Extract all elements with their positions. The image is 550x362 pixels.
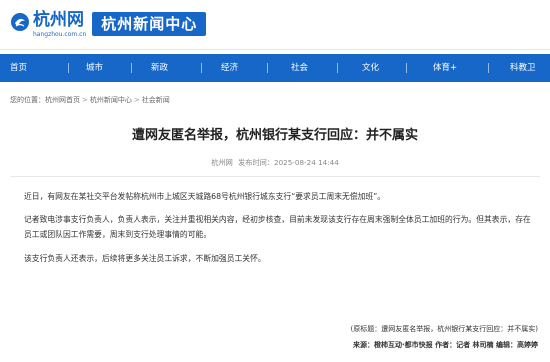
nav-item-science-education-health[interactable]: 科教卫 [510, 54, 536, 82]
article-paragraph: 记者致电涉事支行负责人，负责人表示，关注并重视相关内容，经初步核查，目前未发现该… [24, 215, 531, 239]
published-time: 2025-08-24 14:44 [274, 158, 339, 167]
breadcrumb-link-society-news[interactable]: 社会新闻 [142, 96, 170, 104]
breadcrumb: 您的位置：杭州网首页 > 杭州新闻中心 > 社会新闻 [10, 95, 170, 105]
nav-item-policy[interactable]: 新政 [151, 54, 168, 82]
published-label: 发布时间： [238, 158, 275, 167]
nav-separator [68, 63, 69, 73]
breadcrumb-link-home[interactable]: 杭州网首页 [45, 96, 80, 104]
editor-label: 编辑： [496, 341, 517, 349]
logo-mark-icon [10, 12, 30, 32]
breadcrumb-separator: > [82, 96, 88, 104]
author-name: 记者 林司楠 [456, 341, 494, 349]
article-meta: 杭州网 发布时间：2025-08-24 14:44 [0, 158, 550, 168]
author-label: 作者： [435, 341, 457, 349]
nav-separator [201, 63, 202, 73]
credit-source: 橙柿互动·都市快报 [374, 341, 433, 349]
article-credit: 来源：橙柿互动·都市快报 作者：记者 林司楠 编辑：高婷婷 [353, 340, 538, 350]
editor-name: 高婷婷 [517, 341, 538, 349]
logo-text: 杭州网 [33, 10, 84, 30]
original-title-note: (原标题：遭网友匿名举报，杭州银行某支行回应：并不属实) [350, 325, 538, 333]
nav-item-city[interactable]: 城市 [86, 54, 103, 82]
nav-separator [267, 63, 268, 73]
nav-item-home[interactable]: 首页 [10, 54, 27, 82]
article-paragraph: 该支行负责人还表示，后续将更多关注员工诉求，不断加强员工关怀。 [24, 254, 266, 263]
section-title-badge[interactable]: 杭州新闻中心 [92, 12, 207, 36]
nav-item-society[interactable]: 社会 [291, 54, 308, 82]
site-logo[interactable]: 杭州网 hangzhou.com.cn 杭州新闻中心 [10, 10, 207, 40]
article-paragraph: 近日，有网友在某社交平台发帖称杭州市上城区天城路68号杭州银行城东支行“要求员工… [24, 192, 386, 201]
nav-separator [406, 63, 407, 73]
nav-separator [337, 63, 338, 73]
logo-domain: hangzhou.com.cn [33, 31, 87, 38]
nav-separator [131, 63, 132, 73]
main-nav: 首页 城市 新政 经济 社会 文化 体育+ 科教卫 [0, 54, 550, 82]
nav-item-sports[interactable]: 体育+ [433, 54, 457, 82]
nav-item-economy[interactable]: 经济 [221, 54, 238, 82]
article-title: 遭网友匿名举报，杭州银行某支行回应：并不属实 [131, 128, 418, 143]
nav-item-culture[interactable]: 文化 [362, 54, 379, 82]
nav-separator [488, 63, 489, 73]
breadcrumb-separator: > [133, 96, 140, 104]
meta-divider [10, 176, 540, 177]
site-header: 杭州网 hangzhou.com.cn 杭州新闻中心 [0, 0, 550, 50]
article-source: 杭州网 [211, 158, 233, 167]
logo-text-group: 杭州网 hangzhou.com.cn [33, 10, 86, 38]
breadcrumb-link-news-center[interactable]: 杭州新闻中心 [90, 96, 132, 104]
credit-label: 来源： [353, 341, 375, 349]
breadcrumb-prefix: 您的位置： [10, 96, 45, 104]
